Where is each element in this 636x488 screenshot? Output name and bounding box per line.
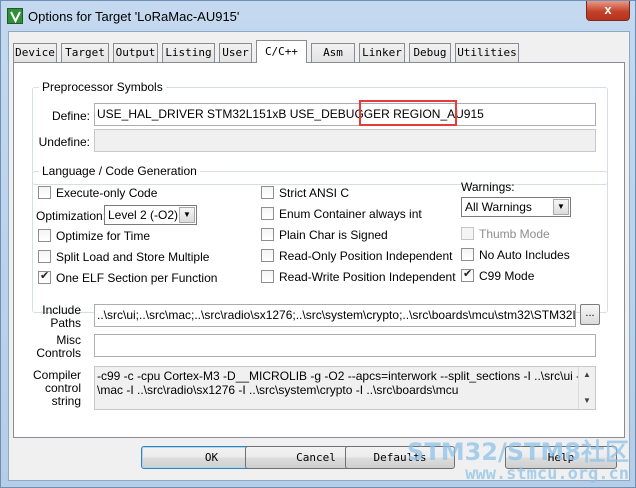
readwrite-pi-label: Read-Write Position Independent <box>279 270 456 284</box>
plain-char-checkbox[interactable] <box>261 228 274 241</box>
tab-device[interactable]: Device <box>13 43 57 62</box>
no-auto-includes-label: No Auto Includes <box>479 248 570 262</box>
split-load-label: Split Load and Store Multiple <box>56 250 210 264</box>
c99-mode-label: C99 Mode <box>479 269 535 283</box>
watermark-line1: STM32/STM8社区 <box>407 438 629 466</box>
compiler-label-line2: control <box>44 381 81 395</box>
thumb-mode-label: Thumb Mode <box>479 227 550 241</box>
title-bar[interactable]: Options for Target 'LoRaMac-AU915' x <box>1 1 635 31</box>
scroll-up-icon[interactable]: ▲ <box>579 367 595 383</box>
tab-utilities[interactable]: Utilities <box>455 43 519 62</box>
misc-label-line2: Controls <box>36 346 81 360</box>
tab-asm[interactable]: Asm <box>311 43 355 62</box>
define-input[interactable]: USE_HAL_DRIVER STM32L151xB USE_DEBUGGER … <box>94 103 596 126</box>
optimization-value: Level 2 (-O2) <box>108 208 179 222</box>
preprocessor-group-label: Preprocessor Symbols <box>39 80 166 94</box>
language-group-label: Language / Code Generation <box>39 164 200 178</box>
no-auto-includes-checkbox[interactable] <box>461 248 474 261</box>
chevron-down-icon: ▼ <box>553 199 569 215</box>
chevron-down-icon: ▼ <box>179 207 195 223</box>
close-icon[interactable]: x <box>586 1 630 21</box>
compiler-control-string: -c99 -c -cpu Cortex-M3 -D__MICROLIB -g -… <box>94 366 596 410</box>
compiler-label-line1: Compiler <box>32 368 81 382</box>
warnings-label: Warnings: <box>461 180 515 194</box>
tab-user[interactable]: User <box>219 43 252 62</box>
tab-debug[interactable]: Debug <box>409 43 451 62</box>
execute-only-label: Execute-only Code <box>56 186 158 200</box>
enum-container-checkbox[interactable] <box>261 207 274 220</box>
enum-container-label: Enum Container always int <box>279 207 422 221</box>
compiler-label-line3: string <box>51 394 81 408</box>
watermark-line2: www.stmcu.org.cn <box>465 464 629 484</box>
readonly-pi-checkbox[interactable] <box>261 249 274 262</box>
optimize-time-label: Optimize for Time <box>56 229 151 243</box>
keil-app-icon <box>7 8 23 24</box>
strict-ansi-label: Strict ANSI C <box>279 186 350 200</box>
options-dialog: Options for Target 'LoRaMac-AU915' x Dev… <box>0 0 636 488</box>
optimize-time-checkbox[interactable] <box>38 229 51 242</box>
dialog-client: Device Target Output Listing User C/C++ … <box>8 31 630 481</box>
c99-mode-checkbox[interactable] <box>461 267 474 282</box>
warnings-value: All Warnings <box>465 200 532 214</box>
window-title: Options for Target 'LoRaMac-AU915' <box>28 9 240 24</box>
compiler-string-line1: -c99 -c -cpu Cortex-M3 -D__MICROLIB -g -… <box>97 369 596 383</box>
undefine-input[interactable] <box>94 129 596 152</box>
split-load-checkbox[interactable] <box>38 250 51 263</box>
tab-target[interactable]: Target <box>61 43 109 62</box>
execute-only-checkbox[interactable] <box>38 186 51 199</box>
include-label-line1: Include <box>42 303 81 317</box>
site-watermark: STM32/STM8社区 www.stmcu.org.cn <box>407 439 629 483</box>
define-label: Define: <box>51 109 90 123</box>
include-paths-browse-button[interactable]: ... <box>580 304 600 325</box>
undefine-label: Undefine: <box>38 135 90 149</box>
one-elf-checkbox[interactable] <box>38 269 51 284</box>
highlight-annotation <box>359 100 457 126</box>
readwrite-pi-checkbox[interactable] <box>261 270 274 283</box>
misc-label-line1: Misc <box>56 333 81 347</box>
strict-ansi-checkbox[interactable] <box>261 186 274 199</box>
one-elf-label: One ELF Section per Function <box>56 271 218 285</box>
tab-output[interactable]: Output <box>113 43 158 62</box>
scroll-down-icon[interactable]: ▼ <box>579 393 595 409</box>
warnings-select[interactable]: All Warnings ▼ <box>461 197 571 217</box>
optimization-label: Optimization: <box>36 209 107 223</box>
misc-controls-input[interactable] <box>94 334 596 357</box>
include-label-line2: Paths <box>50 316 81 330</box>
compiler-string-line2: \mac -I ..\src\radio\sx1276 -I ..\src\sy… <box>97 383 459 397</box>
compiler-string-scrollbar[interactable]: ▲ ▼ <box>578 367 595 409</box>
optimization-select[interactable]: Level 2 (-O2) ▼ <box>104 205 197 225</box>
include-paths-input[interactable]: ..\src\ui;..\src\mac;..\src\radio\sx1276… <box>94 304 576 327</box>
tab-listing[interactable]: Listing <box>162 43 215 62</box>
thumb-mode-checkbox[interactable] <box>461 227 474 240</box>
plain-char-label: Plain Char is Signed <box>279 228 388 242</box>
tab-c-cpp[interactable]: C/C++ <box>256 40 307 63</box>
readonly-pi-label: Read-Only Position Independent <box>279 249 453 263</box>
cpp-options-panel: Preprocessor Symbols Define: USE_HAL_DRI… <box>13 62 625 438</box>
tab-linker[interactable]: Linker <box>359 43 405 62</box>
